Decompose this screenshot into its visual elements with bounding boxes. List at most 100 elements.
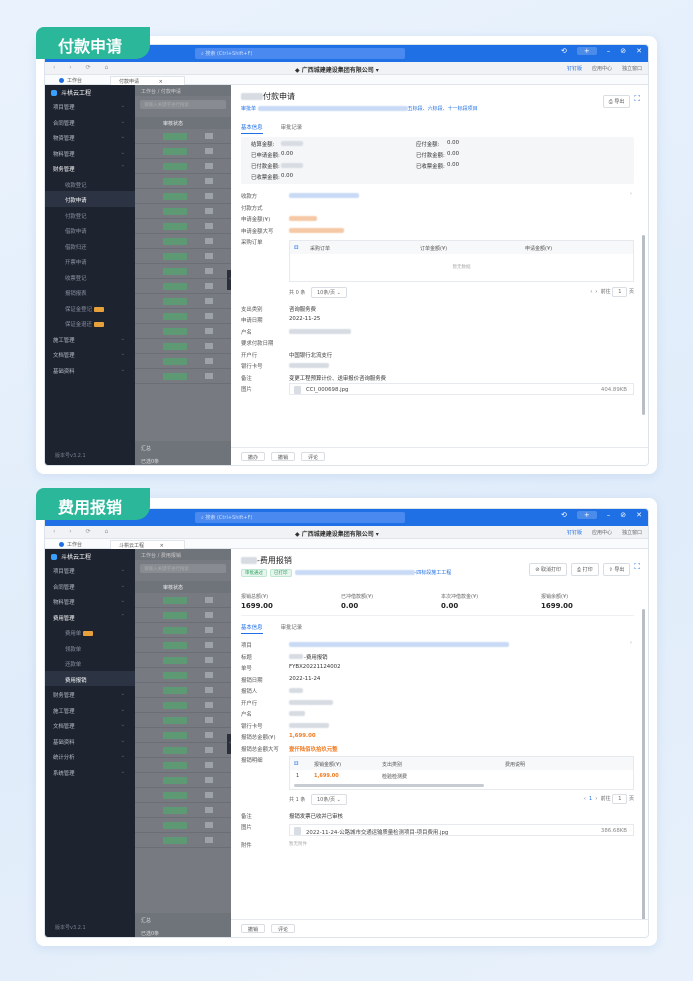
goto-page-input[interactable]: 1 — [612, 793, 628, 804]
table-row[interactable] — [135, 638, 231, 653]
comment-button[interactable]: 评论 — [271, 924, 296, 933]
table-row[interactable] — [135, 189, 231, 204]
goto-page-input[interactable]: 1 — [612, 286, 628, 297]
horizontal-scrollbar[interactable] — [294, 783, 484, 787]
tab-workbench[interactable]: 工作台 — [51, 76, 90, 85]
tab-current[interactable]: 斗栱云工程 × — [110, 540, 185, 549]
next-page-icon[interactable]: › — [595, 796, 597, 802]
sidebar-sub-invoice[interactable]: 开票申请 — [45, 253, 135, 269]
app-center-link[interactable]: 应用中心 — [592, 529, 612, 536]
standalone-window-link[interactable]: 独立窗口 — [622, 65, 642, 72]
tab-basic-info[interactable]: 基本信息 — [241, 123, 263, 134]
global-search-input[interactable]: ⌕ 搜索 (Ctrl+Shift+F) — [195, 512, 405, 523]
link-icon[interactable]: ⊘ — [620, 511, 626, 519]
table-row[interactable] — [135, 803, 231, 818]
table-row[interactable] — [135, 234, 231, 249]
dingtalk-link[interactable]: 钉钉版 — [567, 65, 582, 72]
tab-current[interactable]: 付款申请 × — [110, 76, 185, 85]
table-settings-icon[interactable]: ⚃ — [294, 761, 298, 767]
current-page[interactable]: 1 — [589, 796, 592, 802]
page-size-select[interactable]: 10条/页 ⌄ — [310, 793, 347, 805]
sidebar-sub-loan[interactable]: 借款申请 — [45, 222, 135, 238]
table-row[interactable] — [135, 593, 231, 608]
table-row[interactable] — [135, 144, 231, 159]
table-row[interactable] — [135, 204, 231, 219]
table-row[interactable] — [135, 279, 231, 294]
attachment-file[interactable]: 2022-11-24-公路城市交通运输质量检测项目-项目费用.jpg 386.68… — [289, 824, 634, 836]
withdraw-button[interactable]: 撤办 — [241, 452, 266, 461]
table-row[interactable] — [135, 324, 231, 339]
global-search-input[interactable]: ⌕ 搜索 (Ctrl+Shift+F) — [195, 48, 405, 59]
sidebar-item-goods[interactable]: 物料管理 ⌄ — [45, 145, 135, 161]
tab-basic-info[interactable]: 基本信息 — [241, 623, 263, 634]
table-row[interactable] — [135, 743, 231, 758]
close-icon[interactable]: ✕ — [636, 511, 642, 519]
sidebar-sub-reimbursement[interactable]: 费用报销 — [45, 670, 135, 686]
nav-arrows[interactable]: ‹ › ⟳ ⌂ — [53, 528, 114, 535]
sidebar-item-basic[interactable]: 基础资料 ⌄ — [45, 733, 135, 749]
table-row[interactable] — [135, 713, 231, 728]
close-icon[interactable]: ✕ — [636, 47, 642, 55]
app-center-link[interactable]: 应用中心 — [592, 65, 612, 72]
sidebar-sub-report[interactable]: 报销报表 — [45, 284, 135, 300]
standalone-window-link[interactable]: 独立窗口 — [622, 529, 642, 536]
table-row[interactable] — [135, 788, 231, 803]
table-row[interactable]: 1 1,699.00 检验检测费 — [290, 770, 633, 782]
drawer-scrollbar[interactable] — [642, 609, 645, 937]
sidebar-item-construction[interactable]: 施工管理 ⌄ — [45, 331, 135, 347]
sidebar-item-expense[interactable]: 费用管理 ⌃ — [45, 609, 135, 625]
link-icon[interactable]: ⊘ — [620, 47, 626, 55]
sidebar-item-material[interactable]: 物料管理 ⌄ — [45, 593, 135, 609]
tab-workbench[interactable]: 工作台 — [51, 540, 90, 549]
list-search-input[interactable]: 请输入关键字进行搜索 — [140, 100, 226, 109]
sidebar-item-project[interactable]: 项目管理 ⌄ — [45, 98, 135, 114]
export-button[interactable]: ⇪ 导出 — [602, 563, 631, 576]
table-row[interactable] — [135, 159, 231, 174]
chevron-right-icon[interactable]: › — [630, 191, 632, 197]
tab-approval-log[interactable]: 审批记录 — [281, 123, 303, 134]
sidebar-item-basic[interactable]: 基础资料 ⌄ — [45, 362, 135, 378]
sidebar-item-material[interactable]: 物资管理 ⌄ — [45, 129, 135, 145]
table-row[interactable] — [135, 728, 231, 743]
history-icon[interactable]: ⟲ — [561, 47, 567, 55]
sidebar-sub-loan-return[interactable]: 借款归还 — [45, 238, 135, 254]
comment-button[interactable]: 评论 — [301, 452, 326, 461]
table-row[interactable] — [135, 653, 231, 668]
sidebar-sub-repay[interactable]: 还款单 — [45, 655, 135, 671]
table-row[interactable] — [135, 219, 231, 234]
table-row[interactable] — [135, 623, 231, 638]
table-row[interactable] — [135, 129, 231, 144]
minimize-button[interactable]: – — [607, 511, 611, 519]
sidebar-item-docs[interactable]: 文档管理 ⌄ — [45, 717, 135, 733]
history-icon[interactable]: ⟲ — [561, 511, 567, 519]
sidebar-item-contract[interactable]: 合同管理 ⌄ — [45, 578, 135, 594]
table-row[interactable] — [135, 174, 231, 189]
table-row[interactable] — [135, 773, 231, 788]
table-row[interactable] — [135, 608, 231, 623]
export-button[interactable]: ⎙ 导出 — [602, 95, 631, 108]
list-search-input[interactable]: 请输入关键字进行搜索 — [140, 564, 226, 573]
sidebar-sub-deposit-return[interactable]: 保证金退还 — [45, 315, 135, 331]
sidebar-sub-expense-sheet[interactable]: 费用单 — [45, 624, 135, 640]
table-row[interactable] — [135, 698, 231, 713]
cancel-print-button[interactable]: ⊘ 取消打印 — [529, 563, 567, 576]
sidebar-sub-payment-register[interactable]: 付款登记 — [45, 207, 135, 223]
table-row[interactable] — [135, 758, 231, 773]
table-row[interactable] — [135, 683, 231, 698]
sidebar-item-system[interactable]: 系统管理 ⌄ — [45, 764, 135, 780]
sidebar-sub-payment-request[interactable]: 付款申请 — [45, 191, 135, 207]
sidebar-sub-receipt[interactable]: 收款登记 — [45, 176, 135, 192]
table-row[interactable] — [135, 309, 231, 324]
sidebar-sub-advance[interactable]: 领款单 — [45, 640, 135, 656]
table-row[interactable] — [135, 264, 231, 279]
table-row[interactable] — [135, 354, 231, 369]
table-row[interactable] — [135, 294, 231, 309]
table-row[interactable] — [135, 249, 231, 264]
prev-page-icon[interactable]: ‹ — [584, 796, 586, 802]
drawer-scrollbar[interactable] — [642, 235, 645, 415]
revoke-button[interactable]: 撤销 — [271, 452, 296, 461]
add-button[interactable]: + — [576, 47, 597, 55]
scan-icon[interactable]: ⛶ — [634, 563, 640, 576]
tab-approval-log[interactable]: 审批记录 — [281, 623, 303, 634]
next-page-icon[interactable]: › — [595, 289, 597, 295]
